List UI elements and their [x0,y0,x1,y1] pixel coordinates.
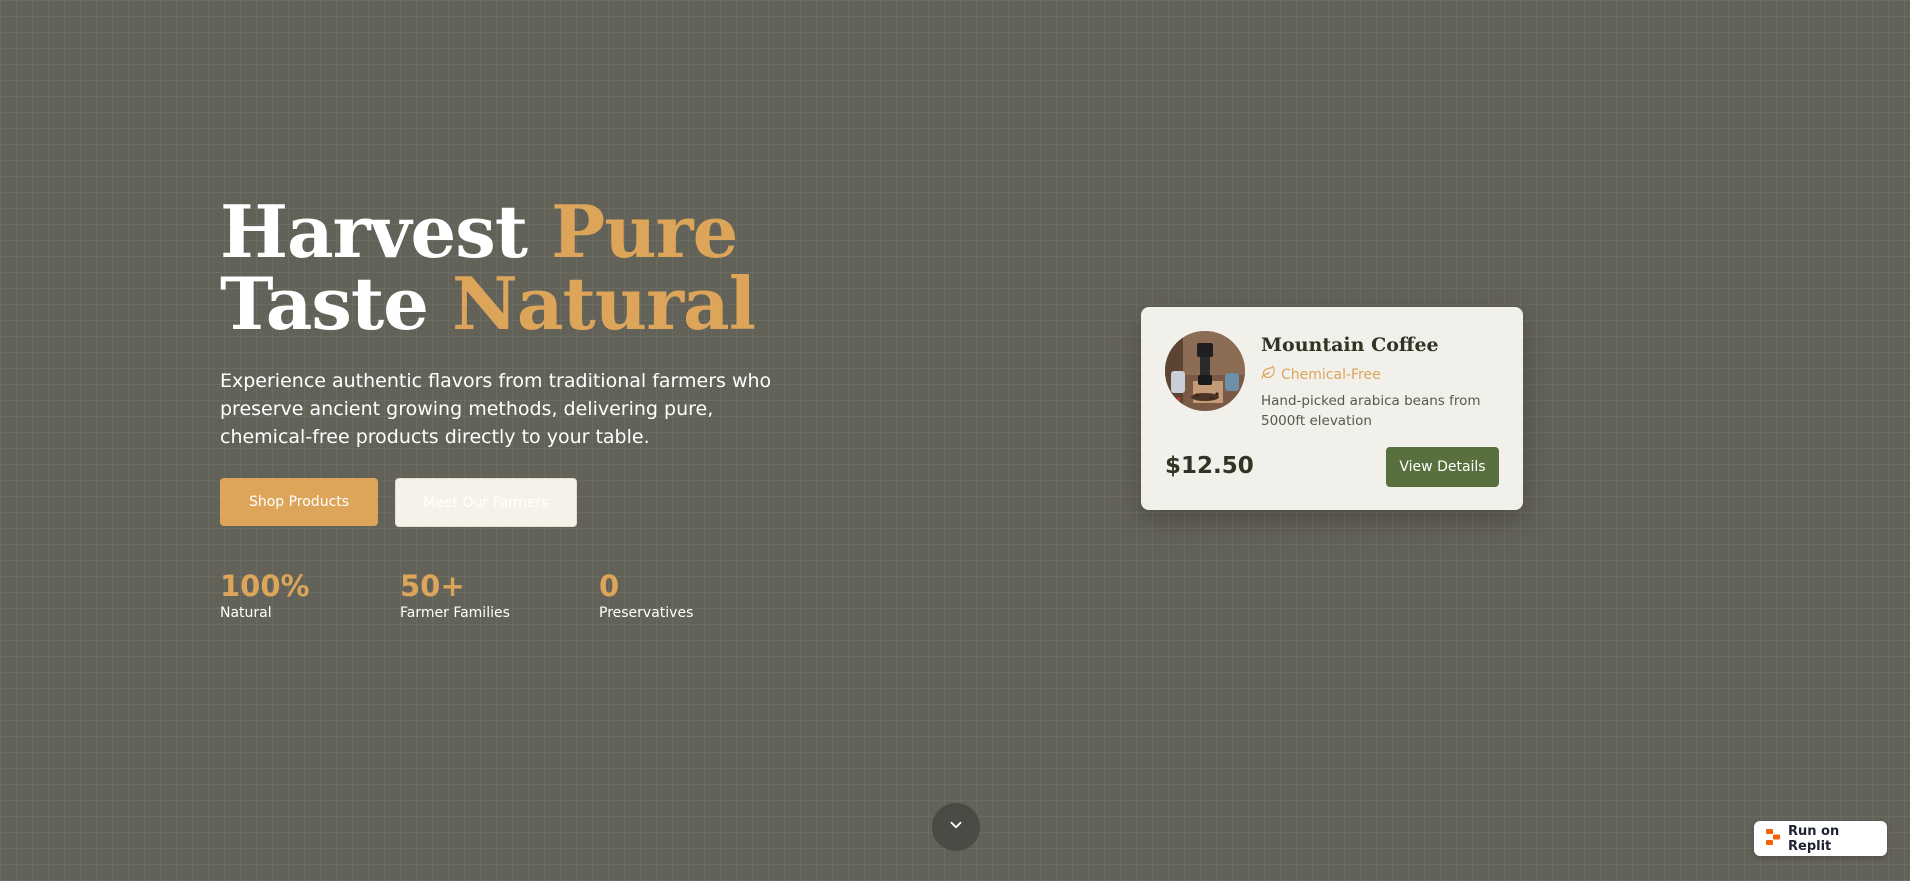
product-title: Mountain Coffee [1261,334,1439,356]
stat-label: Farmer Families [400,605,510,621]
leaf-icon [1261,365,1276,384]
stat-value: 100% [220,569,310,603]
stat-label: Natural [220,605,272,621]
product-description: Hand-picked arabica beans from 5000ft el… [1261,393,1481,429]
badge-label: Chemical-Free [1281,366,1381,383]
stat-value: 0 [599,569,620,603]
hero-actions: Shop Products Meet Our Farmers [220,478,577,527]
headline-line-1: Harvest Pure [220,196,860,268]
view-details-button[interactable]: View Details [1386,447,1499,487]
hero-content: Harvest Pure Taste Natural Experience au… [220,196,860,451]
replit-logo-icon [1766,828,1780,849]
product-price: $12.50 [1165,453,1254,479]
stat-preservatives: 0 Preservatives [599,568,693,622]
run-on-replit-badge[interactable]: Run on Replit [1754,821,1887,856]
shop-products-button[interactable]: Shop Products [220,478,378,526]
product-image [1165,331,1245,411]
hero-headline: Harvest Pure Taste Natural [220,196,860,340]
hero-subtitle: Experience authentic flavors from tradit… [220,370,772,448]
stat-natural: 100% Natural [220,568,310,622]
product-card: Mountain Coffee Chemical-Free Hand-picke… [1141,307,1523,510]
stat-farmer-families: 50+ Farmer Families [400,568,510,622]
headline-word-taste: Taste [220,261,429,346]
scroll-down-button[interactable] [932,803,980,851]
headline-line-2: Taste Natural [220,268,860,340]
coffee-photo-image [1165,331,1245,411]
stats-row: 100% Natural 50+ Farmer Families 0 Prese… [220,568,820,628]
stat-label: Preservatives [599,605,694,621]
meet-our-farmers-button[interactable]: Meet Our Farmers [395,478,577,527]
replit-badge-label: Run on Replit [1788,823,1840,854]
chemical-free-badge: Chemical-Free [1261,365,1381,384]
headline-word-natural: Natural [452,261,756,346]
chevron-down-icon [947,816,965,838]
stat-value: 50+ [400,569,465,603]
